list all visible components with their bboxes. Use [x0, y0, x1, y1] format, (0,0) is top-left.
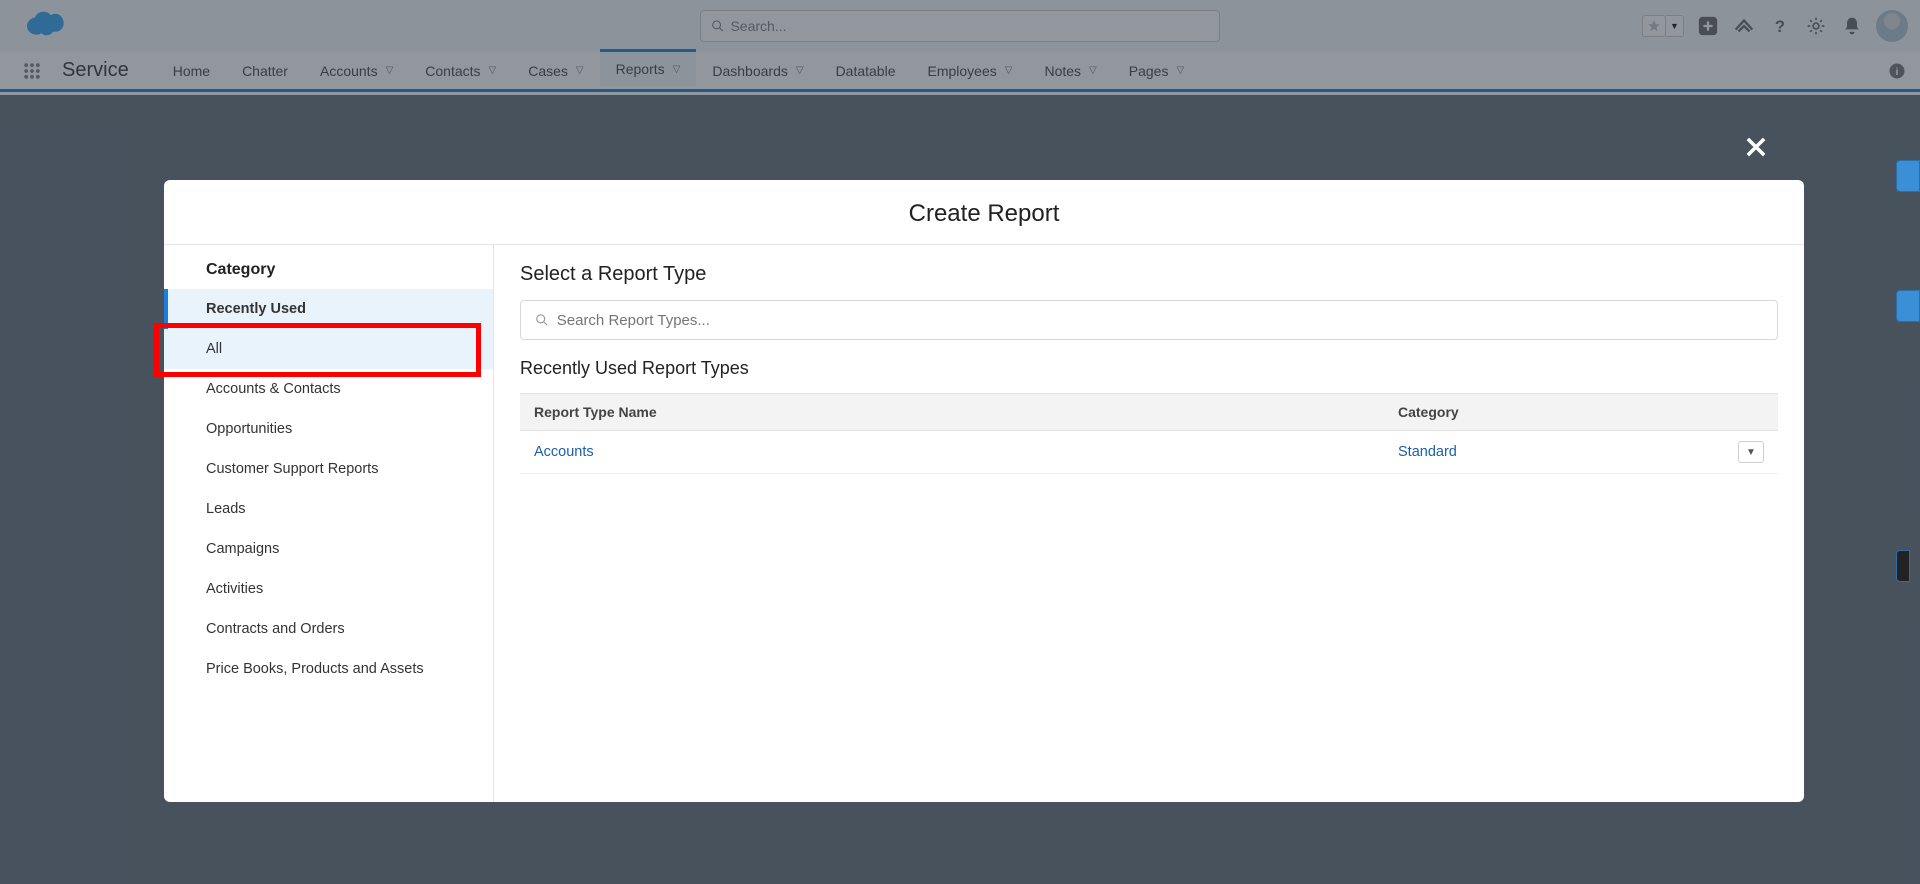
category-item[interactable]: Price Books, Products and Assets [164, 649, 493, 689]
category-item[interactable]: All [164, 329, 493, 369]
col-actions [1724, 394, 1778, 431]
nav-item-home[interactable]: Home [157, 52, 226, 89]
side-tab-3[interactable] [1896, 550, 1910, 582]
side-dock [1896, 160, 1920, 582]
nav-item-label: Datatable [836, 63, 896, 79]
nav-item-dashboards[interactable]: Dashboards ▽ [696, 52, 819, 89]
chevron-down-icon[interactable]: ▽ [673, 64, 681, 75]
side-tab-1[interactable] [1896, 160, 1920, 192]
row-actions-cell: ▼ [1724, 431, 1778, 474]
nav-info-icon[interactable]: i [1888, 62, 1906, 80]
category-item[interactable]: Activities [164, 569, 493, 609]
category-sidebar: Category Recently UsedAllAccounts & Cont… [164, 245, 494, 802]
nav-item-label: Notes [1044, 63, 1081, 79]
nav-item-pages[interactable]: Pages ▽ [1113, 52, 1200, 89]
chevron-down-icon[interactable]: ▽ [386, 65, 394, 76]
category-item[interactable]: Recently Used [164, 289, 493, 329]
search-icon [711, 19, 724, 33]
report-type-category: Standard [1384, 431, 1724, 474]
category-item[interactable]: Customer Support Reports [164, 449, 493, 489]
global-search-input[interactable] [730, 18, 1209, 34]
app-launcher-icon[interactable] [22, 61, 42, 81]
setup-gear-icon[interactable] [1804, 14, 1828, 38]
chevron-down-icon[interactable]: ▽ [576, 65, 584, 76]
search-icon [535, 313, 549, 327]
report-type-table: Report Type Name Category AccountsStanda… [520, 393, 1778, 474]
chevron-down-icon[interactable]: ▽ [1176, 65, 1184, 76]
svg-text:?: ? [1775, 17, 1785, 36]
nav-item-label: Chatter [242, 63, 288, 79]
chevron-down-icon[interactable]: ▽ [796, 65, 804, 76]
report-type-name[interactable]: Accounts [520, 431, 1384, 474]
nav-item-datatable[interactable]: Datatable [820, 52, 912, 89]
nav-item-label: Pages [1129, 63, 1169, 79]
add-icon[interactable] [1696, 14, 1720, 38]
side-tab-2[interactable] [1896, 290, 1920, 322]
notifications-bell-icon[interactable] [1840, 14, 1864, 38]
category-item[interactable]: Contracts and Orders [164, 609, 493, 649]
nav-item-chatter[interactable]: Chatter [226, 52, 304, 89]
nav-item-label: Contacts [425, 63, 480, 79]
nav-item-label: Dashboards [712, 63, 788, 79]
chevron-down-icon[interactable]: ▽ [1089, 65, 1097, 76]
app-name: Service [62, 59, 129, 82]
row-actions-dropdown[interactable]: ▼ [1738, 441, 1764, 463]
select-report-type-heading: Select a Report Type [520, 263, 1778, 286]
modal-close-button[interactable] [1742, 132, 1770, 169]
create-report-modal: Create Report Category Recently UsedAllA… [164, 180, 1804, 802]
chevron-down-icon[interactable]: ▽ [489, 65, 497, 76]
report-type-search[interactable] [520, 300, 1778, 340]
nav-item-notes[interactable]: Notes ▽ [1028, 52, 1112, 89]
favorite-dropdown[interactable]: ▼ [1666, 15, 1684, 37]
favorite-button[interactable] [1642, 15, 1666, 37]
category-heading: Category [164, 245, 493, 289]
nav-item-accounts[interactable]: Accounts ▽ [304, 52, 409, 89]
report-type-search-input[interactable] [557, 312, 1763, 329]
nav-item-reports[interactable]: Reports ▽ [600, 49, 697, 86]
nav-item-label: Reports [616, 61, 665, 77]
modal-title: Create Report [164, 180, 1804, 245]
nav-item-employees[interactable]: Employees ▽ [912, 52, 1029, 89]
salesforce-logo [22, 10, 68, 42]
nav-item-contacts[interactable]: Contacts ▽ [409, 52, 512, 89]
category-item[interactable]: Accounts & Contacts [164, 369, 493, 409]
help-icon[interactable]: ? [1768, 14, 1792, 38]
nav-item-cases[interactable]: Cases ▽ [512, 52, 599, 89]
col-report-type-name: Report Type Name [520, 394, 1384, 431]
category-item[interactable]: Leads [164, 489, 493, 529]
salesforce-app-icon[interactable] [1732, 14, 1756, 38]
nav-item-label: Home [173, 63, 210, 79]
table-row[interactable]: AccountsStandard ▼ [520, 431, 1778, 474]
global-header: ▼ ? [0, 0, 1920, 52]
svg-text:i: i [1896, 65, 1899, 77]
nav-item-label: Accounts [320, 63, 378, 79]
global-search[interactable] [700, 10, 1220, 42]
category-item[interactable]: Opportunities [164, 409, 493, 449]
category-item[interactable]: Campaigns [164, 529, 493, 569]
chevron-down-icon[interactable]: ▽ [1005, 65, 1013, 76]
nav-item-label: Cases [528, 63, 568, 79]
recently-used-heading: Recently Used Report Types [520, 358, 1778, 379]
user-avatar[interactable] [1876, 10, 1908, 42]
nav-item-label: Employees [928, 63, 997, 79]
app-nav: Service HomeChatterAccounts▽Contacts▽Cas… [0, 52, 1920, 92]
col-category: Category [1384, 394, 1724, 431]
